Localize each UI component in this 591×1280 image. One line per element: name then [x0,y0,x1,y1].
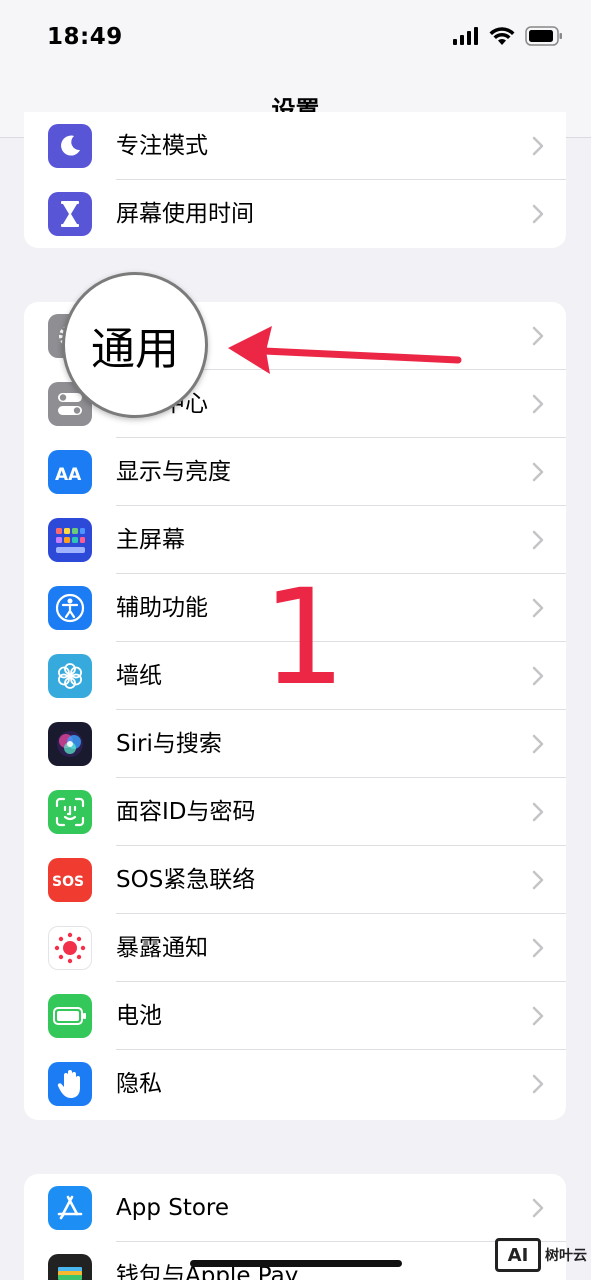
svg-text:AA: AA [55,465,82,484]
chevron-right-icon [532,666,544,686]
chevron-right-icon [532,326,544,346]
row-label: 面容ID与密码 [116,799,256,825]
svg-text:SOS: SOS [52,874,84,890]
row-label: SOS紧急联络 [116,867,256,893]
chevron-right-icon [532,394,544,414]
annotation-step-number: 1 [262,561,346,715]
annotation-magnifier: 通用 [62,272,208,418]
row-battery[interactable]: 电池 [24,982,566,1050]
row-label: 电池 [116,1003,162,1029]
chevron-right-icon [532,1074,544,1094]
row-label: 主屏幕 [116,527,185,553]
status-time: 18:49 [47,24,123,50]
watermark: AI 树叶云 [495,1238,587,1272]
chevron-right-icon [532,802,544,822]
sos-icon: SOS [48,858,92,902]
row-label: Siri与搜索 [116,731,222,757]
exposure-icon [48,926,92,970]
text-size-icon: AA [48,450,92,494]
row-label: App Store [116,1195,230,1221]
red-arrow-icon [228,326,462,374]
chevron-right-icon [532,1198,544,1218]
face-id-icon [48,790,92,834]
row-label: 屏幕使用时间 [116,201,254,227]
chevron-right-icon [532,136,544,156]
status-bar: 18:49 [0,0,591,78]
app-store-icon [48,1186,92,1230]
row-label: 显示与亮度 [116,459,231,485]
app-grid-icon [48,518,92,562]
battery-status-icon [525,26,562,46]
flower-icon [48,654,92,698]
hand-icon [48,1062,92,1106]
chevron-right-icon [532,530,544,550]
row-focus-mode[interactable]: 专注模式 [24,112,566,180]
row-label: 墙纸 [116,663,162,689]
accessibility-icon [48,586,92,630]
row-face-id-passcode[interactable]: 面容ID与密码 [24,778,566,846]
row-exposure-notifications[interactable]: 暴露通知 [24,914,566,982]
chevron-right-icon [532,734,544,754]
row-label: 暴露通知 [116,935,208,961]
home-indicator[interactable] [190,1260,402,1267]
siri-icon [48,722,92,766]
settings-group-focus: 专注模式 屏幕使用时间 [24,112,566,248]
row-label: 隐私 [116,1071,162,1097]
row-privacy[interactable]: 隐私 [24,1050,566,1118]
status-icons [453,26,563,46]
row-app-store[interactable]: App Store [24,1174,566,1242]
magnifier-text: 通用 [91,324,179,375]
battery-icon [48,994,92,1038]
row-label: 专注模式 [116,133,208,159]
moon-icon [48,124,92,168]
row-siri-search[interactable]: Siri与搜索 [24,710,566,778]
watermark-text: 树叶云 [545,1248,587,1264]
watermark-logo: AI [495,1238,541,1272]
chevron-right-icon [532,598,544,618]
wallet-icon [48,1254,92,1280]
row-label: 辅助功能 [116,595,208,621]
hourglass-icon [48,192,92,236]
chevron-right-icon [532,462,544,482]
chevron-right-icon [532,1006,544,1026]
wifi-icon [489,26,515,45]
row-display-brightness[interactable]: AA 显示与亮度 [24,438,566,506]
chevron-right-icon [532,870,544,890]
chevron-right-icon [532,938,544,958]
chevron-right-icon [532,204,544,224]
row-screen-time[interactable]: 屏幕使用时间 [24,180,566,248]
row-emergency-sos[interactable]: SOS SOS紧急联络 [24,846,566,914]
cellular-signal-icon [453,27,478,45]
